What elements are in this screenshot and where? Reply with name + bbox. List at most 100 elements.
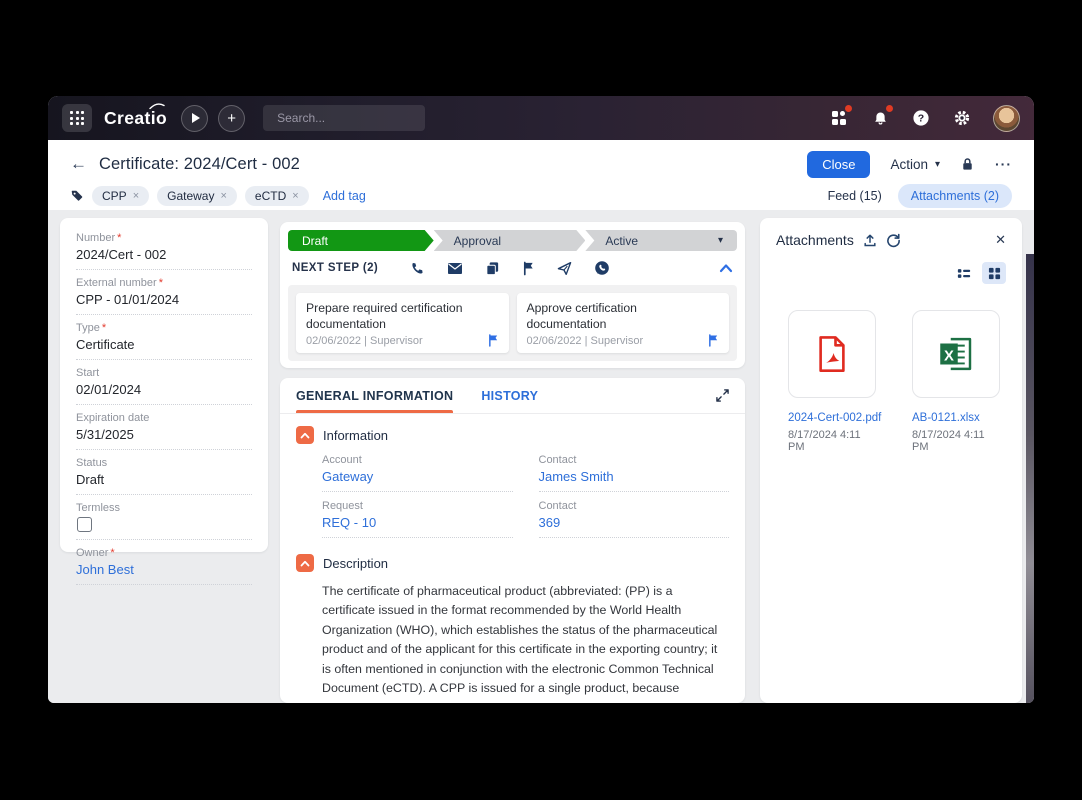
add-button[interactable]: +	[218, 105, 245, 132]
field-label: Type	[76, 322, 252, 334]
account-link[interactable]: Gateway	[322, 469, 373, 484]
search-box[interactable]	[263, 105, 425, 131]
chevron-down-icon[interactable]: ▾	[718, 235, 723, 246]
task-card[interactable]: Approve certification documentation 02/0…	[517, 293, 730, 353]
info-field-account: Account Gateway	[322, 454, 513, 492]
tag-label: eCTD	[255, 189, 286, 203]
task-meta: 02/06/2022 | Supervisor	[306, 335, 423, 347]
help-button[interactable]: ?	[911, 108, 931, 128]
field-status[interactable]: Status Draft	[76, 457, 252, 495]
action-label: Action	[890, 157, 928, 172]
section-title: Description	[323, 556, 388, 571]
field-label: Number	[76, 232, 252, 244]
stage-draft[interactable]: Draft	[288, 230, 434, 251]
attachments-toggle[interactable]: Attachments (2)	[898, 184, 1012, 208]
pdf-file-tile[interactable]	[788, 310, 876, 398]
tag-pill[interactable]: CPP ×	[92, 186, 149, 206]
close-button[interactable]: Close	[807, 151, 870, 178]
contact-number-link[interactable]: 369	[539, 515, 561, 530]
task-title: Prepare required certification documenta…	[306, 301, 499, 333]
file-name-link[interactable]: 2024-Cert-002.pdf	[788, 412, 876, 424]
collapse-section-button[interactable]	[296, 554, 314, 572]
feed-toggle[interactable]: Feed (15)	[828, 189, 882, 203]
xlsx-file-tile[interactable]: X	[912, 310, 1000, 398]
field-expiration-date[interactable]: Expiration date 5/31/2025	[76, 412, 252, 450]
workspaces-button[interactable]	[829, 108, 849, 128]
tag-pill[interactable]: eCTD ×	[245, 186, 309, 206]
add-tag-link[interactable]: Add tag	[323, 189, 366, 203]
contact-link[interactable]: James Smith	[539, 469, 614, 484]
tags-row: CPP × Gateway × eCTD × Add tag Feed (15)…	[48, 184, 1034, 208]
expand-icon	[716, 389, 729, 402]
back-button[interactable]: ←	[70, 154, 87, 174]
remove-tag-icon[interactable]: ×	[133, 190, 139, 202]
info-field-contact: Contact James Smith	[539, 454, 730, 492]
flag-icon[interactable]	[488, 334, 499, 347]
remove-tag-icon[interactable]: ×	[220, 190, 226, 202]
lock-button[interactable]	[960, 156, 975, 172]
field-label: Expiration date	[76, 412, 252, 424]
email-button[interactable]	[447, 262, 463, 275]
tab-history[interactable]: HISTORY	[481, 378, 538, 413]
record-form-panel: Number 2024/Cert - 002 External number C…	[60, 218, 268, 552]
copy-task-button[interactable]	[485, 261, 500, 276]
action-menu-button[interactable]: Action ▾	[890, 157, 940, 172]
flag-button[interactable]	[522, 261, 535, 276]
field-owner[interactable]: Owner John Best	[76, 547, 252, 585]
field-value: Draft	[76, 472, 104, 487]
owner-link[interactable]: John Best	[76, 562, 134, 577]
more-options-button[interactable]: ···	[995, 156, 1012, 172]
attachments-panel: Attachments ✕	[760, 218, 1022, 703]
pdf-file-icon	[811, 333, 853, 375]
field-label: Termless	[76, 502, 252, 514]
tag-icon	[70, 189, 84, 203]
tag-pill[interactable]: Gateway ×	[157, 186, 237, 206]
svg-text:?: ?	[918, 113, 924, 125]
field-termless: Termless	[76, 502, 252, 540]
stage-active[interactable]: Active ▾	[585, 230, 737, 251]
refresh-button[interactable]	[886, 233, 901, 248]
avatar[interactable]	[993, 105, 1020, 132]
attachments-header: Attachments ✕	[776, 232, 1006, 248]
collapse-next-steps-button[interactable]	[719, 263, 733, 273]
notifications-button[interactable]	[870, 108, 890, 128]
field-label: Status	[76, 457, 252, 469]
attachments-title: Attachments	[776, 232, 854, 248]
flag-icon[interactable]	[708, 334, 719, 347]
list-view-button[interactable]	[952, 262, 976, 284]
app-launcher-icon[interactable]	[62, 104, 92, 132]
close-panel-button[interactable]: ✕	[995, 232, 1006, 248]
info-label: Request	[322, 500, 513, 512]
task-card[interactable]: Prepare required certification documenta…	[296, 293, 509, 353]
collapse-section-button[interactable]	[296, 426, 314, 444]
field-external-number[interactable]: External number CPP - 01/01/2024	[76, 277, 252, 315]
search-input[interactable]	[277, 111, 432, 125]
next-step-label: NEXT STEP (2)	[292, 262, 378, 274]
tab-general-information[interactable]: GENERAL INFORMATION	[296, 378, 453, 413]
send-button[interactable]	[557, 261, 572, 276]
grid-view-button[interactable]	[982, 262, 1006, 284]
stage-approval[interactable]: Approval	[434, 230, 586, 251]
field-label: External number	[76, 277, 252, 289]
call-button[interactable]	[410, 261, 425, 276]
list-view-icon	[957, 267, 971, 280]
termless-checkbox[interactable]	[77, 517, 92, 532]
field-value: Certificate	[76, 337, 135, 352]
header-actions: Close Action ▾ ···	[807, 151, 1012, 178]
remove-tag-icon[interactable]: ×	[292, 190, 298, 202]
expand-button[interactable]	[716, 389, 729, 402]
file-name-link[interactable]: AB-0121.xlsx	[912, 412, 1000, 424]
whatsapp-button[interactable]	[594, 260, 610, 276]
play-button[interactable]	[181, 105, 208, 132]
field-start[interactable]: Start 02/01/2024	[76, 367, 252, 405]
field-type[interactable]: Type Certificate	[76, 322, 252, 360]
request-link[interactable]: REQ - 10	[322, 515, 376, 530]
attachment-list: 2024-Cert-002.pdf 8/17/2024 4:11 PM X	[776, 310, 1006, 453]
phone-icon	[410, 261, 425, 276]
upload-button[interactable]	[863, 233, 877, 248]
close-icon: ✕	[995, 232, 1006, 248]
field-number[interactable]: Number 2024/Cert - 002	[76, 232, 252, 270]
settings-button[interactable]	[952, 108, 972, 128]
notifications-badge	[886, 105, 893, 112]
next-step-tasks: Prepare required certification documenta…	[288, 285, 737, 361]
